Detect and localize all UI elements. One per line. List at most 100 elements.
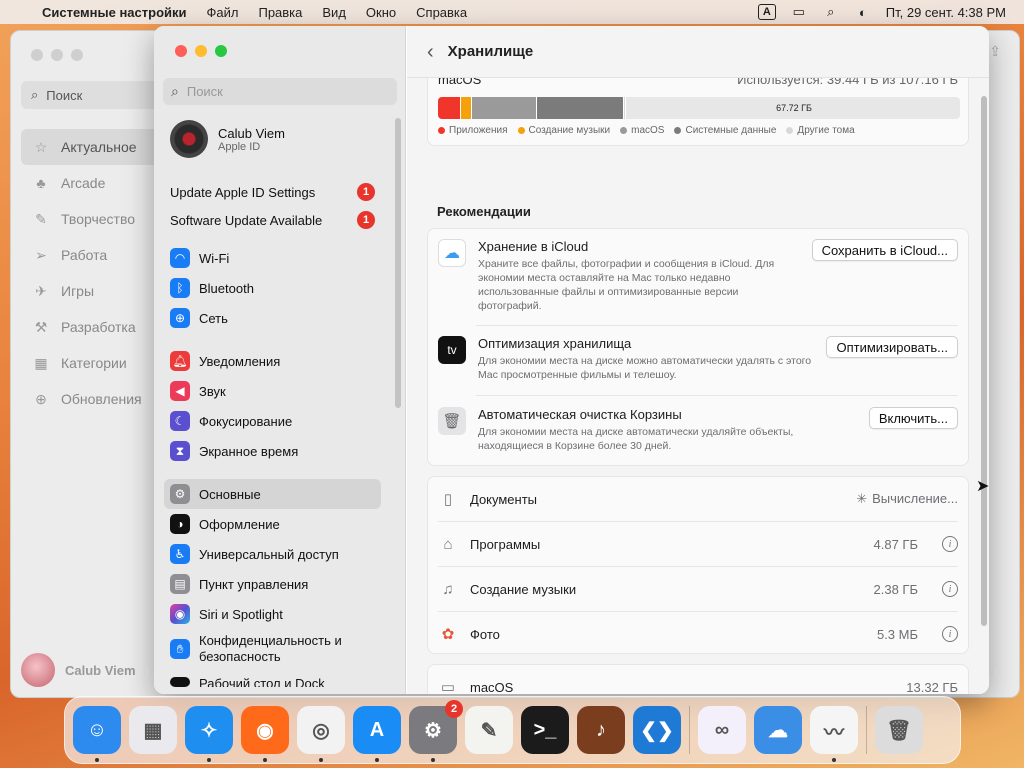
dock-weather-icon[interactable]: ☁ <box>754 706 802 754</box>
dock-terminal-icon[interactable]: >_ <box>521 706 569 754</box>
enable-button[interactable]: Включить... <box>868 407 958 429</box>
spotlight-search-icon[interactable]: ⌕ <box>822 4 840 20</box>
sidebar-item-label: Фокусирование <box>199 413 293 429</box>
bluetooth-icon: ᛒ <box>170 278 190 298</box>
recommendation-desc: Для экономии места на диске можно автома… <box>478 355 812 381</box>
dock-chrome-icon[interactable]: ◎ <box>297 706 345 762</box>
dock-freeform-icon[interactable]: 〰 <box>810 706 858 762</box>
sidebar-item-appearance[interactable]: ◑ Оформление <box>164 509 381 539</box>
dock-firefox-icon[interactable]: ◉ <box>241 706 289 762</box>
sidebar-scrollbar[interactable] <box>395 118 401 408</box>
recommendation-optimize: tv Оптимизация хранилища Для экономии ме… <box>438 336 958 386</box>
sidebar-item-focus[interactable]: ☾ Фокусирование <box>164 406 381 436</box>
info-icon[interactable]: i <box>942 626 958 642</box>
sidebar-item-siri-spotlight[interactable]: ◉ Siri и Spotlight <box>164 599 381 629</box>
category-value: 4.87 ГБ <box>873 536 918 552</box>
rocket-icon: ✈ <box>35 282 47 299</box>
background-user[interactable]: Calub Viem <box>21 653 136 687</box>
recommendations-card: ☁ Хранение в iCloud Храните все файлы, ф… <box>427 228 969 466</box>
sidebar-item-sound[interactable]: ◀ Звук <box>164 376 381 406</box>
alert-update-apple-id[interactable]: Update Apple ID Settings 1 <box>154 178 389 206</box>
sidebar-item-notifications[interactable]: 🔔︎ Уведомления <box>164 346 381 376</box>
sidebar-item-accessibility[interactable]: ♿︎ Универсальный доступ <box>164 539 381 569</box>
dock-icon <box>170 677 190 687</box>
running-indicator <box>431 758 435 762</box>
dock: ☺ ▦ ✧ ◉ ◎ A ⚙ 2 ✎ >_ ♪ ❮❯ ∞ ☁ 〰 🗑︎ <box>64 696 961 764</box>
zoom-button[interactable] <box>215 45 227 57</box>
alert-software-update[interactable]: Software Update Available 1 <box>154 206 389 234</box>
search-input[interactable]: Поиск <box>187 84 223 99</box>
dock-trash-icon[interactable]: 🗑︎ <box>875 706 923 754</box>
category-row-photos[interactable]: ✿ Фото 5.3 МБ i <box>438 612 958 656</box>
apps-icon: ⌂ <box>443 535 453 553</box>
bg-nav-label: Обновления <box>61 391 142 407</box>
close-button[interactable] <box>175 45 187 57</box>
divider <box>476 325 958 326</box>
account-subtitle: Apple ID <box>218 140 261 153</box>
share-icon[interactable]: ⇪ <box>989 43 1001 60</box>
optimize-button[interactable]: Оптимизировать... <box>826 336 958 358</box>
apple-tv-icon: tv <box>438 336 466 364</box>
bg-nav-label: Arcade <box>61 175 106 191</box>
dock-system-settings-icon[interactable]: ⚙ 2 <box>409 700 463 762</box>
running-indicator <box>832 758 836 762</box>
info-icon[interactable]: i <box>942 536 958 552</box>
dock-safari-icon[interactable]: ✧ <box>185 706 233 762</box>
input-source-icon[interactable]: A <box>757 4 776 20</box>
sidebar-search[interactable]: ⌕ Поиск <box>163 78 397 105</box>
sidebar-item-label: Пункт управления <box>199 576 309 592</box>
volumes-card: ▭ macOS 13.32 ГБ <box>427 664 969 694</box>
menu-window[interactable]: Окно <box>356 5 406 20</box>
background-search[interactable]: ⌕ Поиск <box>21 81 161 109</box>
apple-id-account[interactable]: Calub Viem Apple ID <box>170 120 285 158</box>
category-row-documents[interactable]: ▯ Документы ✳ Вычисление... <box>438 477 958 521</box>
dock-vscode-icon[interactable]: ❮❯ <box>633 706 681 754</box>
dock-visual-studio-icon[interactable]: ∞ <box>698 706 746 754</box>
alert-label: Update Apple ID Settings <box>170 184 316 200</box>
sidebar-item-control-center[interactable]: ▤ Пункт управления <box>164 569 381 599</box>
menu-clock[interactable]: Пт, 29 сент. 4:38 PM <box>886 5 1006 20</box>
dock-app-store-icon[interactable]: A <box>353 706 401 762</box>
main-scrollbar[interactable] <box>981 96 987 626</box>
main-pane: ‹ Хранилище macOS Используется: 39.44 ГБ… <box>407 26 989 694</box>
sidebar-item-wifi[interactable]: ◠ Wi-Fi <box>164 243 381 273</box>
control-center-icon[interactable]: ◐ <box>854 5 872 20</box>
sidebar: ⌕ Поиск Calub Viem Apple ID Update Apple… <box>154 26 406 694</box>
mouse-pointer-icon: ➤ <box>976 478 990 495</box>
store-in-icloud-button[interactable]: Сохранить в iCloud... <box>811 239 958 261</box>
background-window-controls <box>31 49 83 61</box>
search-icon: ⌕ <box>171 83 179 99</box>
hand-icon: ✋︎ <box>170 639 190 659</box>
dock-garageband-icon[interactable]: ♪ <box>577 706 625 754</box>
sidebar-item-privacy-security[interactable]: ✋︎ Конфиденциальность и безопасность <box>164 629 381 669</box>
dock-finder-icon[interactable]: ☺ <box>73 706 121 762</box>
menu-app-name[interactable]: Системные настройки <box>32 5 197 20</box>
running-indicator <box>319 758 323 762</box>
dock-launchpad-icon[interactable]: ▦ <box>129 706 177 754</box>
menu-edit[interactable]: Правка <box>248 5 312 20</box>
wifi-icon: ◠ <box>170 248 190 268</box>
sidebar-item-label: Экранное время <box>199 443 299 459</box>
menu-bar: Системные настройки Файл Правка Вид Окно… <box>0 0 1024 24</box>
info-icon[interactable]: i <box>942 581 958 597</box>
volume-row-macos[interactable]: ▭ macOS 13.32 ГБ <box>438 665 958 694</box>
category-row-music-creation[interactable]: ♫ Создание музыки 2.38 ГБ i <box>438 567 958 611</box>
back-chevron-icon[interactable]: ‹ <box>427 42 434 62</box>
category-row-applications[interactable]: ⌂ Программы 4.87 ГБ i <box>438 522 958 566</box>
menu-file[interactable]: Файл <box>197 5 249 20</box>
menu-view[interactable]: Вид <box>312 5 356 20</box>
menu-help[interactable]: Справка <box>406 5 477 20</box>
sidebar-group-network: ◠ Wi-Fi ᛒ Bluetooth ⊕ Сеть <box>164 243 381 333</box>
sidebar-item-bluetooth[interactable]: ᛒ Bluetooth <box>164 273 381 303</box>
sidebar-item-network[interactable]: ⊕ Сеть <box>164 303 381 333</box>
minimize-button[interactable] <box>195 45 207 57</box>
dock-textedit-icon[interactable]: ✎ <box>465 706 513 754</box>
page-title: Хранилище <box>447 43 534 60</box>
sidebar-item-label: Оформление <box>199 516 280 532</box>
sidebar-item-general[interactable]: ⚙ Основные <box>164 479 381 509</box>
sidebar-item-desktop-dock[interactable]: Рабочий стол и Dock <box>164 671 381 687</box>
grid-icon: ▦ <box>34 354 48 371</box>
screen-mirroring-icon[interactable]: ▭ <box>790 4 808 20</box>
legend-item-other-volumes: Другие тома <box>786 125 855 136</box>
sidebar-item-screen-time[interactable]: ⧗ Экранное время <box>164 436 381 466</box>
